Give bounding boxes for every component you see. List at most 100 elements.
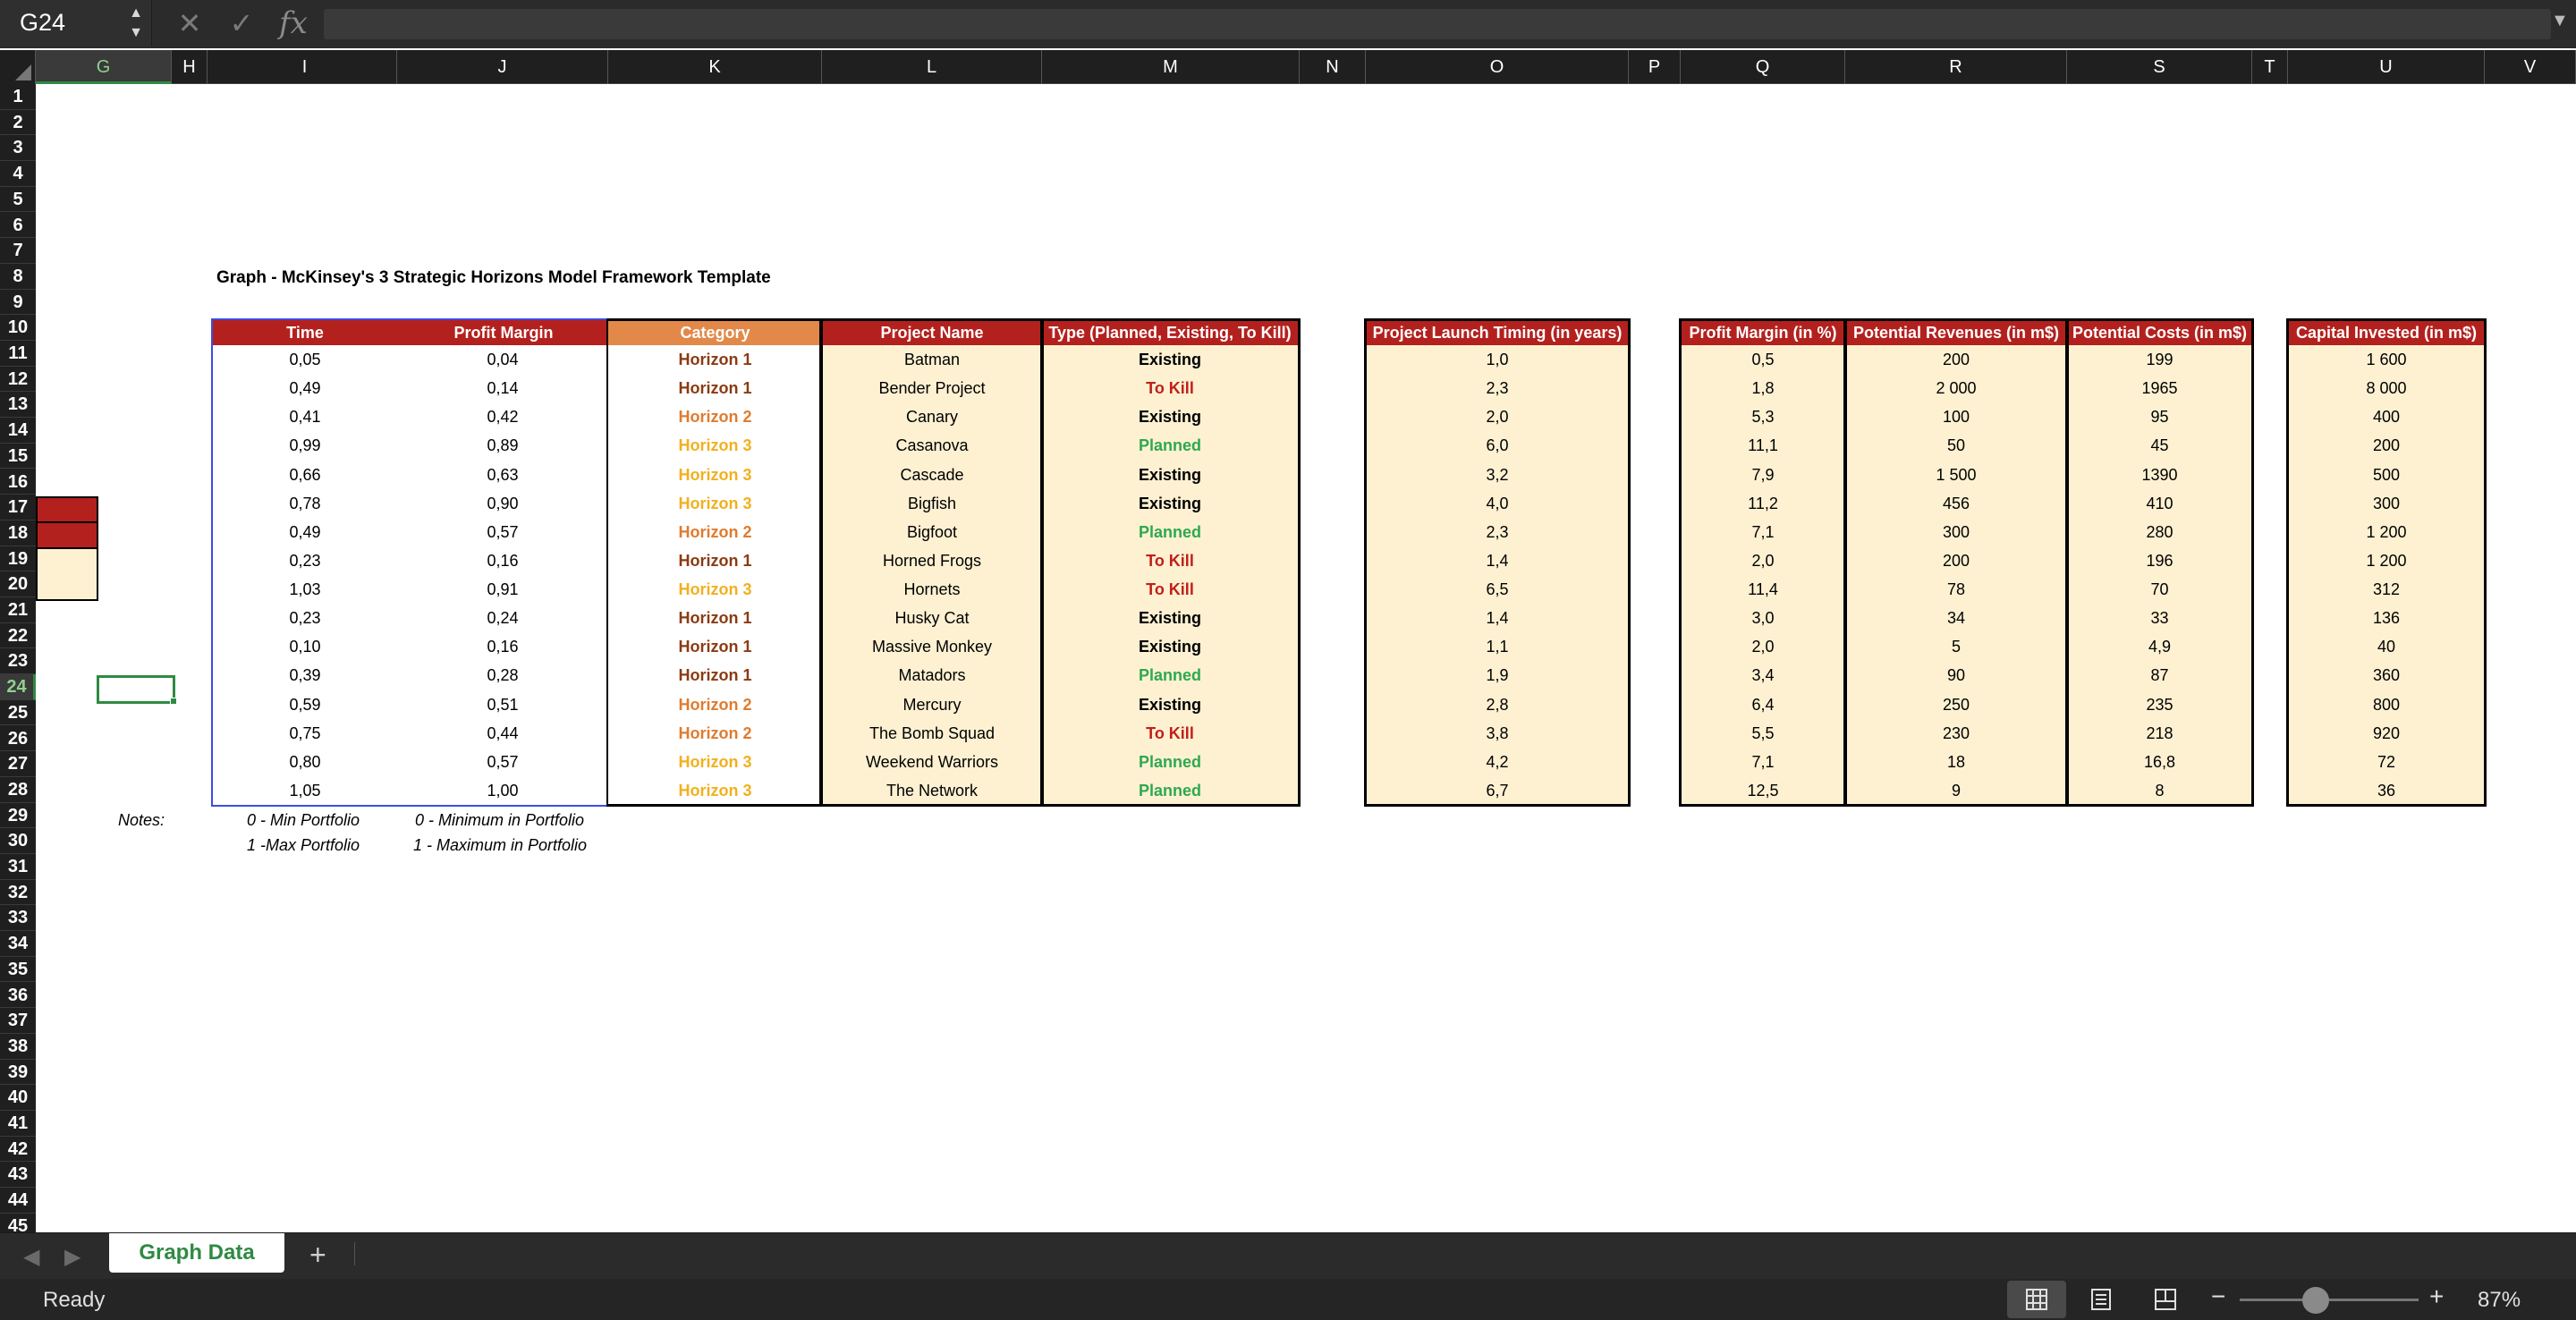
cell-costs[interactable]: 410 xyxy=(2067,489,2252,518)
cell-pm-pct[interactable]: 2,0 xyxy=(1681,546,1845,575)
cell-category[interactable]: Horizon 2 xyxy=(608,402,822,431)
row-header-33[interactable]: 33 xyxy=(0,905,36,932)
cell-category[interactable]: Horizon 3 xyxy=(608,748,822,776)
cell-type[interactable]: Existing xyxy=(1042,632,1298,661)
cell-time[interactable]: 0,78 xyxy=(213,489,397,518)
cell-costs[interactable]: 33 xyxy=(2067,604,2252,632)
cell-capital[interactable]: 920 xyxy=(2288,719,2485,748)
name-box-stepper[interactable]: ▲ ▼ xyxy=(125,4,147,43)
cell-revenues[interactable]: 18 xyxy=(1845,748,2067,776)
zoom-in-button[interactable]: + xyxy=(2429,1282,2444,1311)
cell-launch[interactable]: 3,8 xyxy=(1366,719,1629,748)
cell-profit-margin[interactable]: 0,57 xyxy=(397,748,608,776)
row-header-24[interactable]: 24 xyxy=(0,674,36,700)
cell-revenues[interactable]: 456 xyxy=(1845,489,2067,518)
cell-pm-pct[interactable]: 11,4 xyxy=(1681,575,1845,604)
chevron-down-icon[interactable]: ▼ xyxy=(125,23,147,43)
active-cell-g24[interactable] xyxy=(97,675,175,704)
cell-costs[interactable]: 95 xyxy=(2067,402,2252,431)
cell-revenues[interactable]: 1 500 xyxy=(1845,461,2067,489)
function-icon[interactable]: fx xyxy=(279,5,308,41)
cell-type[interactable]: Existing xyxy=(1042,604,1298,632)
zoom-slider-thumb[interactable] xyxy=(2302,1287,2329,1314)
cell-category[interactable]: Horizon 3 xyxy=(608,575,822,604)
cell-type[interactable]: Existing xyxy=(1042,461,1298,489)
column-header-u[interactable]: U xyxy=(2288,50,2485,84)
cell-category[interactable]: Horizon 1 xyxy=(608,374,822,402)
cell-launch[interactable]: 4,2 xyxy=(1366,748,1629,776)
page-break-view-button[interactable] xyxy=(2136,1281,2195,1318)
row-header-32[interactable]: 32 xyxy=(0,880,36,906)
cell-type[interactable]: Existing xyxy=(1042,345,1298,374)
cell-capital[interactable]: 136 xyxy=(2288,604,2485,632)
row-header-22[interactable]: 22 xyxy=(0,623,36,649)
row-header-41[interactable]: 41 xyxy=(0,1111,36,1137)
row-header-27[interactable]: 27 xyxy=(0,751,36,777)
cell-capital[interactable]: 40 xyxy=(2288,632,2485,661)
cell-pm-pct[interactable]: 5,5 xyxy=(1681,719,1845,748)
cell-costs[interactable]: 1965 xyxy=(2067,374,2252,402)
cell-costs[interactable]: 235 xyxy=(2067,690,2252,719)
cell-revenues[interactable]: 90 xyxy=(1845,661,2067,690)
cell-launch[interactable]: 2,0 xyxy=(1366,402,1629,431)
cell-time[interactable]: 0,23 xyxy=(213,604,397,632)
chevron-up-icon[interactable]: ▲ xyxy=(125,4,147,23)
cell-launch[interactable]: 6,7 xyxy=(1366,776,1629,805)
row-header-19[interactable]: 19 xyxy=(0,546,36,572)
cell-revenues[interactable]: 9 xyxy=(1845,776,2067,805)
expand-formula-icon[interactable]: ▼ xyxy=(2551,11,2569,31)
cell-time[interactable]: 0,49 xyxy=(213,518,397,546)
cell-pm-pct[interactable]: 1,8 xyxy=(1681,374,1845,402)
cell-costs[interactable]: 280 xyxy=(2067,518,2252,546)
cell-launch[interactable]: 2,3 xyxy=(1366,374,1629,402)
cell-costs[interactable]: 1390 xyxy=(2067,461,2252,489)
cell-pm-pct[interactable]: 2,0 xyxy=(1681,632,1845,661)
cell-costs[interactable]: 70 xyxy=(2067,575,2252,604)
prev-sheet-icon[interactable]: ◀ xyxy=(23,1244,39,1270)
row-header-5[interactable]: 5 xyxy=(0,187,36,213)
cell-time[interactable]: 0,49 xyxy=(213,374,397,402)
row-header-16[interactable]: 16 xyxy=(0,470,36,495)
fill-handle[interactable] xyxy=(170,698,177,705)
cell-profit-margin[interactable]: 0,42 xyxy=(397,402,608,431)
sheet-tab-graph-data[interactable]: Graph Data xyxy=(109,1233,284,1273)
cell-capital[interactable]: 1 600 xyxy=(2288,345,2485,374)
cell-launch[interactable]: 6,5 xyxy=(1366,575,1629,604)
confirm-icon[interactable]: ✓ xyxy=(225,7,258,39)
cell-type[interactable]: Planned xyxy=(1042,431,1298,460)
cell-capital[interactable]: 72 xyxy=(2288,748,2485,776)
column-header-v[interactable]: V xyxy=(2485,50,2576,84)
cell-profit-margin[interactable]: 0,04 xyxy=(397,345,608,374)
cell-costs[interactable]: 4,9 xyxy=(2067,632,2252,661)
cell-capital[interactable]: 1 200 xyxy=(2288,518,2485,546)
cell-capital[interactable]: 1 200 xyxy=(2288,546,2485,575)
column-header-t[interactable]: T xyxy=(2252,50,2288,84)
cell-costs[interactable]: 196 xyxy=(2067,546,2252,575)
cell-capital[interactable]: 312 xyxy=(2288,575,2485,604)
cell-pm-pct[interactable]: 3,4 xyxy=(1681,661,1845,690)
cell-category[interactable]: Horizon 3 xyxy=(608,776,822,805)
column-header-i[interactable]: I xyxy=(213,50,397,84)
cell-project-name[interactable]: Bigfoot xyxy=(822,518,1042,546)
cell-time[interactable]: 0,23 xyxy=(213,546,397,575)
cell-category[interactable]: Horizon 2 xyxy=(608,719,822,748)
cell-category[interactable]: Horizon 3 xyxy=(608,431,822,460)
cell-pm-pct[interactable]: 7,1 xyxy=(1681,518,1845,546)
cell-pm-pct[interactable]: 3,0 xyxy=(1681,604,1845,632)
normal-view-button[interactable] xyxy=(2007,1281,2066,1318)
column-header-h[interactable]: H xyxy=(172,50,208,84)
cell-launch[interactable]: 2,8 xyxy=(1366,690,1629,719)
formula-input[interactable] xyxy=(324,9,2551,39)
cell-revenues[interactable]: 2 000 xyxy=(1845,374,2067,402)
cell-pm-pct[interactable]: 12,5 xyxy=(1681,776,1845,805)
cell-capital[interactable]: 400 xyxy=(2288,402,2485,431)
cell-category[interactable]: Horizon 2 xyxy=(608,690,822,719)
row-header-31[interactable]: 31 xyxy=(0,854,36,880)
cell-profit-margin[interactable]: 0,90 xyxy=(397,489,608,518)
row-header-12[interactable]: 12 xyxy=(0,367,36,393)
cell-time[interactable]: 0,59 xyxy=(213,690,397,719)
cell-capital[interactable]: 300 xyxy=(2288,489,2485,518)
cell-costs[interactable]: 218 xyxy=(2067,719,2252,748)
cell-launch[interactable]: 1,4 xyxy=(1366,546,1629,575)
next-sheet-icon[interactable]: ▶ xyxy=(64,1244,80,1270)
